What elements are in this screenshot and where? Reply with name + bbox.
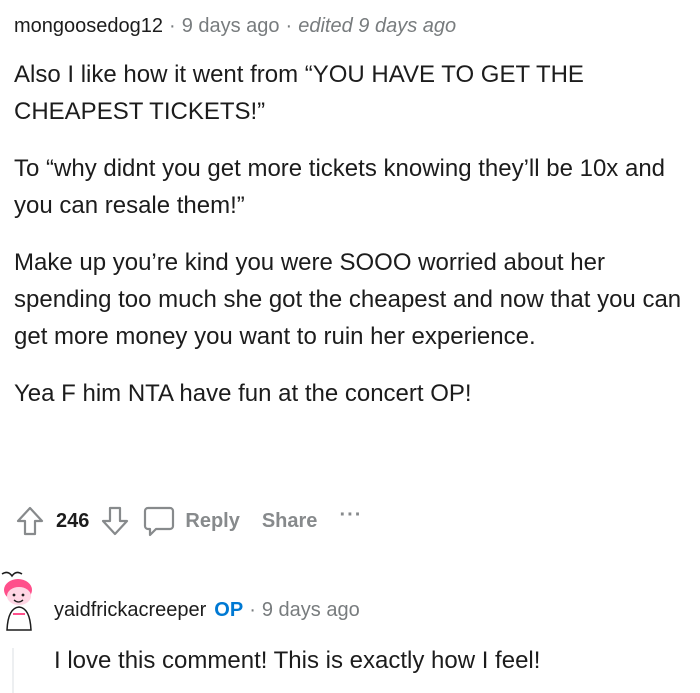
comment-timestamp[interactable]: 9 days ago — [182, 15, 280, 38]
snoo-avatar-icon[interactable] — [0, 568, 40, 638]
comment-paragraph: Also I like how it went from “YOU HAVE T… — [14, 61, 584, 125]
comment-paragraph: To “why didnt you get more tickets knowi… — [14, 155, 666, 219]
upvote-arrow-icon[interactable] — [12, 501, 48, 541]
comment-edited-label: edited 9 days ago — [298, 14, 457, 37]
comment-username[interactable]: mongoosedog12 — [14, 15, 163, 38]
comment-meta: mongoosedog12 · 9 days ago · edited 9 da… — [14, 12, 456, 40]
comment-paragraph: Yea F him NTA have fun at the concert OP… — [14, 380, 472, 407]
meta-separator: · — [169, 14, 176, 37]
meta-separator: · — [249, 598, 256, 621]
reply-username[interactable]: yaidfrickacreeper — [54, 599, 206, 622]
comment-bubble-icon[interactable] — [141, 501, 177, 541]
reply-body: I love this comment! This is exactly how… — [54, 647, 541, 674]
thread-line[interactable] — [12, 648, 14, 693]
reply-meta: yaidfrickacreeper OP · 9 days ago — [54, 596, 360, 624]
reply-timestamp[interactable]: 9 days ago — [262, 599, 360, 622]
comment-body: Also I like how it went from “YOU HAVE T… — [14, 56, 686, 432]
comment-action-bar: 246 Reply Share ··· — [12, 500, 362, 542]
comment-paragraph: Make up you’re kind you were SOOO worrie… — [14, 249, 682, 350]
vote-count: 246 — [56, 509, 90, 532]
more-options-button[interactable]: ··· — [339, 504, 362, 527]
reply-button[interactable]: Reply — [185, 510, 239, 533]
downvote-arrow-icon[interactable] — [97, 501, 133, 541]
share-button[interactable]: Share — [262, 510, 318, 533]
op-badge: OP — [214, 598, 244, 621]
meta-separator: · — [285, 14, 293, 37]
